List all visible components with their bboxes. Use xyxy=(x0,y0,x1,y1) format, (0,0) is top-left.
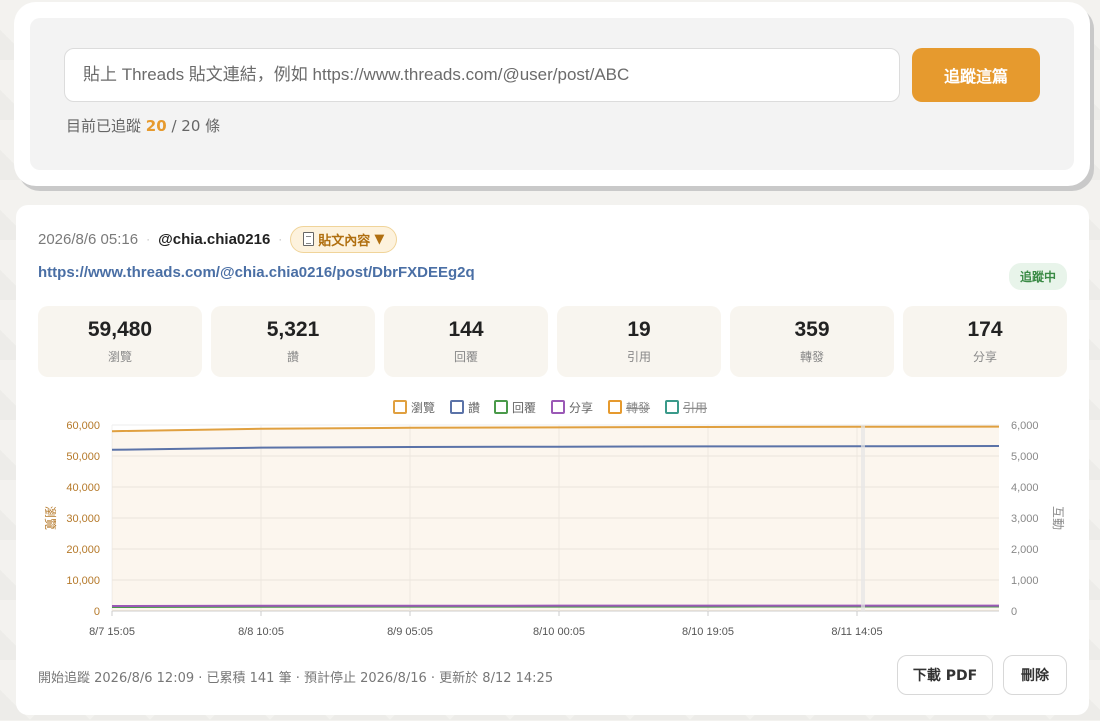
x-tick-label: 8/11 14:05 xyxy=(831,626,882,638)
post-card: 2026/8/6 05:16 · @chia.chia0216 · 貼文內容 ▼… xyxy=(16,205,1089,715)
stat-label: 瀏覽 xyxy=(107,350,132,364)
y-tick-label-left: 30,000 xyxy=(66,513,100,525)
x-tick-label: 8/8 10:05 xyxy=(238,626,284,638)
stat-value: 359 xyxy=(794,318,830,341)
legend-swatch xyxy=(494,400,508,414)
metrics-chart-svg: 瀏覽 讚 回覆 分享 轉發 引用 60,000 6,000 50,000 5,000 40,000 4… xyxy=(43,400,1065,638)
legend-swatch xyxy=(393,400,407,414)
stat-value: 59,480 xyxy=(87,318,153,341)
post-url-input[interactable] xyxy=(64,48,900,102)
legend-swatch xyxy=(608,400,622,414)
tracker-card: 追蹤這篇 目前已追蹤 20 / 20 條 xyxy=(14,2,1090,186)
tracking-count-prefix: 目前已追蹤 xyxy=(66,117,142,135)
stat-value: 144 xyxy=(448,318,484,341)
tracking-count-separator: / xyxy=(171,117,177,135)
chevron-down-icon: ▼ xyxy=(374,231,385,247)
post-date: 2026/8/6 05:16 xyxy=(38,230,139,248)
legend-label: 分享 xyxy=(569,400,593,415)
tracking-count: 目前已追蹤 20 / 20 條 xyxy=(66,115,220,136)
y-tick-label-left: 0 xyxy=(94,606,100,618)
y-tick-label-right: 3,000 xyxy=(1011,513,1039,525)
y-tick-label-right: 1,000 xyxy=(1011,575,1039,587)
stat-likes: 5,321 讚 xyxy=(211,306,375,377)
stat-quotes: 19 引用 xyxy=(557,306,721,377)
y-tick-label-left: 20,000 xyxy=(66,544,100,556)
post-username[interactable]: @chia.chia0216 xyxy=(158,231,270,248)
stat-label: 轉發 xyxy=(799,350,824,364)
stat-views: 59,480 瀏覽 xyxy=(38,306,202,377)
legend-label: 讚 xyxy=(468,400,480,415)
tracking-count-unit: 條 xyxy=(205,117,221,135)
legend-label: 瀏覽 xyxy=(411,400,435,415)
post-meta: 2026/8/6 05:16 · @chia.chia0216 · 貼文內容 ▼ xyxy=(38,225,398,253)
y-tick-label-left: 50,000 xyxy=(66,451,100,463)
x-tick-label: 8/10 00:05 xyxy=(533,626,585,638)
y-axis-title-right: 互動 xyxy=(1051,506,1065,530)
meta-separator: · xyxy=(146,232,151,246)
y-tick-label-left: 40,000 xyxy=(66,482,100,494)
legend-label: 回覆 xyxy=(512,401,536,415)
legend-label: 轉發 xyxy=(626,400,650,415)
x-tick-label: 8/9 05:05 xyxy=(387,626,433,638)
stat-value: 5,321 xyxy=(266,318,320,341)
x-tick-label: 8/10 19:05 xyxy=(682,626,734,638)
stat-label: 回覆 xyxy=(453,350,478,364)
stat-value: 19 xyxy=(627,318,651,341)
tracker-panel: 追蹤這篇 目前已追蹤 20 / 20 條 xyxy=(30,18,1074,170)
stat-label: 引用 xyxy=(626,350,651,364)
post-content-toggle[interactable]: 貼文內容 ▼ xyxy=(290,225,398,253)
status-badge: 追蹤中 xyxy=(1008,263,1067,290)
legend-swatch xyxy=(450,400,464,414)
stat-shares: 174 分享 xyxy=(903,306,1067,377)
y-tick-label-left: 60,000 xyxy=(66,420,100,432)
series-area-瀏覽 xyxy=(112,426,999,611)
x-tick-label: 8/7 15:05 xyxy=(89,626,135,638)
legend-label: 引用 xyxy=(683,401,707,415)
stat-replies: 144 回覆 xyxy=(384,306,548,377)
y-tick-label-right: 0 xyxy=(1011,606,1017,618)
delete-button[interactable]: 刪除 xyxy=(1003,655,1067,695)
meta-separator: · xyxy=(278,232,283,246)
tracking-count-current: 20 xyxy=(145,117,167,135)
legend-swatch xyxy=(551,400,565,414)
stat-label: 分享 xyxy=(972,350,997,364)
y-tick-label-right: 2,000 xyxy=(1011,544,1039,556)
post-link[interactable]: https://www.threads.com/@chia.chia0216/p… xyxy=(38,264,475,281)
hover-crosshair xyxy=(861,425,865,611)
y-tick-label-right: 5,000 xyxy=(1011,451,1039,463)
stats-row: 59,480 瀏覽 5,321 讚 144 回覆 19 引用 359 轉發 17… xyxy=(38,306,1067,377)
stat-label: 讚 xyxy=(286,350,299,364)
tracking-footer: 開始追蹤 2026/8/6 12:09 · 已累積 141 筆 · 預計停止 2… xyxy=(38,671,554,686)
metrics-chart: 瀏覽 讚 回覆 分享 轉發 引用 60,000 6,000 50,000 5,000 40,000 4… xyxy=(16,391,1089,651)
y-tick-label-right: 6,000 xyxy=(1011,420,1039,432)
stat-reposts: 359 轉發 xyxy=(730,306,894,377)
stat-value: 174 xyxy=(967,318,1003,341)
track-post-button[interactable]: 追蹤這篇 xyxy=(912,48,1040,102)
y-tick-label-right: 4,000 xyxy=(1011,482,1039,494)
download-pdf-button[interactable]: 下載 PDF xyxy=(897,655,993,695)
document-icon xyxy=(303,232,315,246)
tracking-count-max: 20 xyxy=(181,117,201,135)
y-tick-label-left: 10,000 xyxy=(66,575,100,587)
y-axis-title-left: 瀏覽 xyxy=(43,506,58,530)
post-content-toggle-label: 貼文內容 xyxy=(318,233,371,249)
legend-swatch xyxy=(665,400,679,414)
